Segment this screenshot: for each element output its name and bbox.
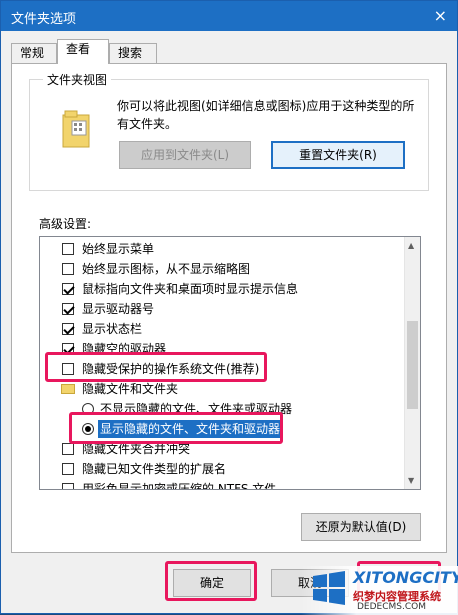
apply-to-folders-button[interactable]: 应用到文件夹(L) bbox=[119, 141, 251, 169]
close-icon[interactable]: × bbox=[434, 6, 447, 25]
list-item-label: 始终显示菜单 bbox=[82, 242, 155, 256]
watermark-brand: XITONGCITY bbox=[353, 568, 458, 587]
checkbox-checked[interactable] bbox=[62, 303, 74, 315]
folder-views-title: 文件夹视图 bbox=[43, 71, 112, 88]
highlight-show-hidden bbox=[69, 412, 283, 444]
checkbox[interactable] bbox=[62, 483, 74, 489]
list-item-label: 隐藏已知文件类型的扩展名 bbox=[82, 462, 227, 476]
reset-folders-button[interactable]: 重置文件夹(R) bbox=[271, 141, 405, 169]
advanced-settings-label: 高级设置: bbox=[39, 217, 92, 231]
folder-views-description: 你可以将此视图(如详细信息或图标)应用于这种类型的所有文件夹。 bbox=[117, 99, 415, 131]
scroll-down-icon[interactable]: ▼ bbox=[408, 476, 414, 485]
vertical-scrollbar[interactable]: ▲ ▼ bbox=[404, 237, 420, 489]
folder-options-window: 文件夹选项 × 常规 查看 搜索 文件夹视图 你可以将此视图(如详细信息或图标)… bbox=[0, 0, 458, 615]
checkbox[interactable] bbox=[62, 463, 74, 475]
list-item[interactable]: 始终显示菜单 bbox=[40, 239, 406, 259]
title-bar: 文件夹选项 × bbox=[1, 1, 457, 31]
list-item-label: 始终显示图标，从不显示缩略图 bbox=[82, 262, 251, 276]
restore-defaults-button[interactable]: 还原为默认值(D) bbox=[301, 513, 421, 541]
tab-view[interactable]: 查看 bbox=[57, 39, 109, 64]
list-item[interactable]: 用彩色显示加密或压缩的 NTFS 文件 bbox=[40, 479, 406, 490]
list-item-label: 用彩色显示加密或压缩的 NTFS 文件 bbox=[82, 482, 277, 490]
list-item[interactable]: 鼠标指向文件夹和桌面项时显示提示信息 bbox=[40, 279, 406, 299]
list-item[interactable]: 隐藏已知文件类型的扩展名 bbox=[40, 459, 406, 479]
folder-icon bbox=[61, 384, 75, 394]
scroll-up-icon[interactable]: ▲ bbox=[408, 241, 414, 250]
checkbox-checked[interactable] bbox=[62, 283, 74, 295]
windows-logo-icon bbox=[313, 571, 345, 605]
folder-icon bbox=[62, 110, 90, 148]
list-item-label: 显示状态栏 bbox=[82, 322, 143, 336]
scrollbar-thumb[interactable] bbox=[407, 321, 418, 409]
tab-general[interactable]: 常规 bbox=[11, 43, 57, 63]
window-title: 文件夹选项 bbox=[11, 12, 77, 27]
checkbox[interactable] bbox=[62, 243, 74, 255]
highlight-ok-button bbox=[165, 561, 257, 601]
list-item-label: 显示驱动器号 bbox=[82, 302, 155, 316]
list-item-label: 隐藏文件和文件夹 bbox=[82, 382, 179, 396]
list-item[interactable]: 始终显示图标，从不显示缩略图 bbox=[40, 259, 406, 279]
watermark-url: DEDECMS.COM bbox=[357, 602, 426, 612]
highlight-protected-files bbox=[45, 352, 267, 382]
tab-search[interactable]: 搜索 bbox=[109, 43, 157, 63]
checkbox-checked[interactable] bbox=[62, 323, 74, 335]
checkbox[interactable] bbox=[62, 263, 74, 275]
list-item[interactable]: 显示驱动器号 bbox=[40, 299, 406, 319]
list-item[interactable]: 显示状态栏 bbox=[40, 319, 406, 339]
watermark-logo: XITONGCITY 织梦内容管理系统 DEDECMS.COM bbox=[301, 566, 458, 615]
list-item: 隐藏文件和文件夹 bbox=[40, 379, 406, 399]
list-item-label: 鼠标指向文件夹和桌面项时显示提示信息 bbox=[82, 282, 299, 296]
checkbox[interactable] bbox=[62, 443, 74, 455]
